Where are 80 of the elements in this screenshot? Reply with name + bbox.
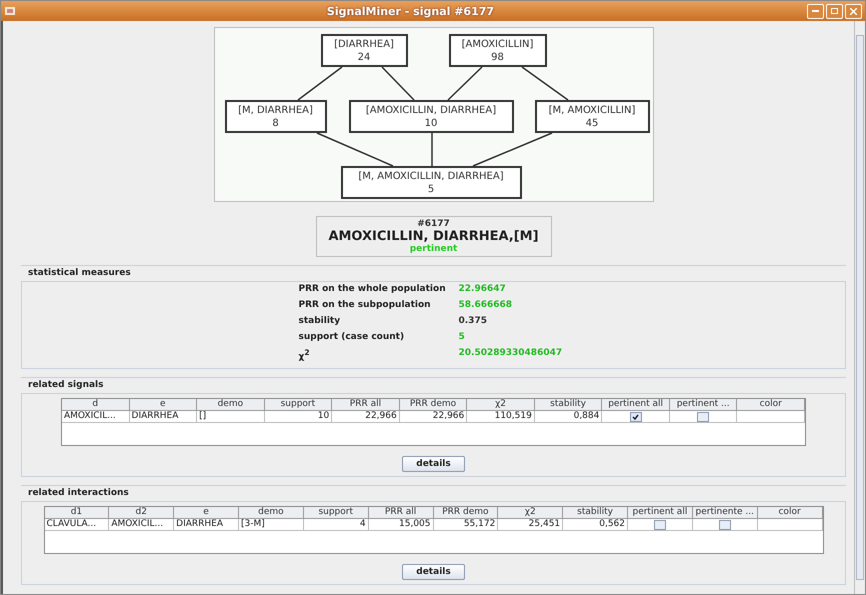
connector-line <box>521 66 568 101</box>
column-header[interactable]: PRR demo <box>434 507 498 519</box>
signal-name: AMOXICILLIN, DIARRHEA,[M] <box>328 229 539 244</box>
connector-line <box>430 133 432 166</box>
checkbox[interactable] <box>630 412 642 422</box>
minimize-button[interactable] <box>807 4 824 18</box>
app-icon <box>4 5 16 17</box>
column-header[interactable]: PRR all <box>332 399 400 411</box>
column-header[interactable]: color <box>758 507 822 519</box>
measure-value: 20.50289330486047 <box>458 348 564 360</box>
table-cell: [3-M] <box>239 519 304 531</box>
column-header[interactable]: PRR demo <box>400 399 468 411</box>
table-cell: 10 <box>264 411 332 423</box>
table-cell: DIARRHEA <box>174 519 239 531</box>
connector-line <box>446 66 482 101</box>
column-header[interactable]: PRR all <box>368 507 434 519</box>
column-header[interactable]: e <box>130 399 198 411</box>
close-button[interactable] <box>845 4 862 18</box>
measure-label: PRR on the subpopulation <box>298 300 432 310</box>
column-header[interactable]: stability <box>534 399 602 411</box>
table-cell: AMOXICIL... <box>109 519 174 531</box>
column-header[interactable]: χ2 <box>498 507 564 519</box>
column-header[interactable]: support <box>264 399 332 411</box>
column-header[interactable]: χ2 <box>467 399 535 411</box>
column-header[interactable]: d1 <box>44 507 110 519</box>
measure-value: 5 <box>458 332 466 342</box>
connector-line <box>297 66 342 101</box>
table-cell: 55,172 <box>434 519 498 531</box>
diagram-node: [M, DIARRHEA] 8 <box>224 100 326 133</box>
diagram-node: [DIARRHEA] 24 <box>320 34 408 67</box>
scrollbar[interactable] <box>854 21 865 594</box>
diagram-node: [M, AMOXICILLIN] 45 <box>534 100 650 133</box>
details-button[interactable]: details <box>402 564 465 580</box>
maximize-icon <box>831 8 838 14</box>
diagram-node: [AMOXICILLIN] 98 <box>448 34 546 67</box>
signal-status: pertinent <box>410 244 458 254</box>
checkbox[interactable] <box>697 412 710 422</box>
column-header[interactable]: support <box>304 507 369 519</box>
table-cell: DIARRHEA <box>130 411 198 423</box>
measure-label: stability <box>298 316 342 326</box>
column-header[interactable]: demo <box>197 399 265 411</box>
table-cell: 15,005 <box>368 519 434 531</box>
connector-line <box>380 66 414 101</box>
column-header[interactable]: pertinente ... <box>692 507 758 519</box>
column-header[interactable]: d2 <box>109 507 174 519</box>
diagram-node: [AMOXICILLIN, DIARRHEA] 10 <box>348 100 514 133</box>
column-header[interactable]: stability <box>563 507 628 519</box>
table-cell: 25,451 <box>498 519 564 531</box>
table-cell: AMOXICIL... <box>62 411 130 423</box>
table-cell: 0,884 <box>534 411 602 423</box>
table-cell: 22,966 <box>332 411 400 423</box>
table-cell: 110,519 <box>467 411 535 423</box>
signal-id: #6177 <box>417 219 450 229</box>
column-header[interactable]: pertinent all <box>602 399 670 411</box>
diagram-node: [M, AMOXICILLIN, DIARRHEA] 5 <box>340 166 522 199</box>
measure-label: χ$^{2}$ <box>298 348 311 362</box>
checkbox[interactable] <box>718 520 731 530</box>
details-button[interactable]: details <box>402 456 465 472</box>
checkbox[interactable] <box>654 520 666 530</box>
table-cell: [] <box>197 411 265 423</box>
column-header[interactable]: color <box>737 399 805 411</box>
minimize-icon <box>812 10 819 12</box>
measure-value: 58.666668 <box>458 300 514 310</box>
column-header[interactable]: e <box>174 507 239 519</box>
check-icon <box>632 414 640 420</box>
measure-label: PRR on the whole population <box>298 284 447 294</box>
table-cell: CLAVULA... <box>44 519 110 531</box>
column-header[interactable]: demo <box>239 507 304 519</box>
window-title: SignalMiner - signal #6177 <box>326 4 496 18</box>
column-header[interactable]: d <box>62 399 130 411</box>
measure-value: 0.375 <box>458 316 488 326</box>
measure-label: support (case count) <box>298 332 406 342</box>
table-cell: 4 <box>304 519 369 531</box>
close-icon <box>850 8 857 14</box>
column-header[interactable]: pertinent all <box>628 507 693 519</box>
table-cell: 22,966 <box>400 411 468 423</box>
maximize-button[interactable] <box>826 4 843 18</box>
measure-value: 22.96647 <box>458 284 507 294</box>
table-cell: 0,562 <box>563 519 628 531</box>
column-header[interactable]: pertinent ... <box>670 399 738 411</box>
